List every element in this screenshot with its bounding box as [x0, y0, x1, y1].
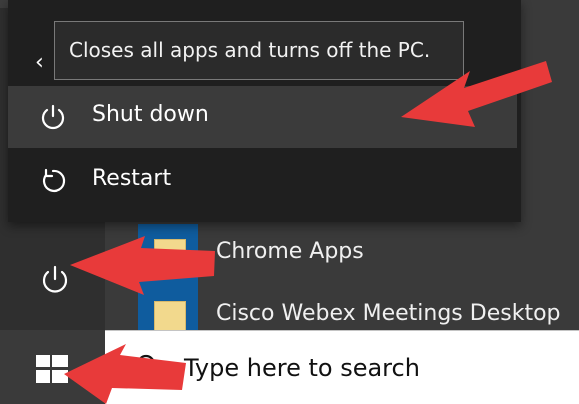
chevron-left-icon[interactable]: ‹ [35, 50, 44, 75]
shut-down-item[interactable]: Shut down [8, 86, 517, 148]
restart-label: Restart [92, 166, 172, 191]
search-box[interactable]: Type here to search [105, 330, 579, 404]
search-placeholder: Type here to search [184, 354, 420, 382]
power-button[interactable] [38, 263, 72, 297]
app-label: Chrome Apps [216, 239, 364, 264]
power-tooltip: Closes all apps and turns off the PC. [54, 21, 464, 80]
start-button[interactable] [0, 330, 105, 404]
windows-logo-icon [36, 355, 68, 383]
app-label: Cisco Webex Meetings Desktop [216, 301, 561, 326]
app-item-chrome-apps[interactable]: Chrome Apps [105, 224, 579, 294]
folder-icon [154, 239, 186, 273]
power-icon [41, 104, 65, 130]
taskbar: Type here to search [0, 330, 579, 404]
search-icon [136, 354, 162, 380]
restart-item[interactable]: Restart [8, 150, 517, 212]
power-icon [42, 265, 68, 293]
tooltip-text: Closes all apps and turns off the PC. [69, 38, 431, 62]
restart-icon [43, 168, 66, 192]
shut-down-label: Shut down [92, 102, 209, 127]
